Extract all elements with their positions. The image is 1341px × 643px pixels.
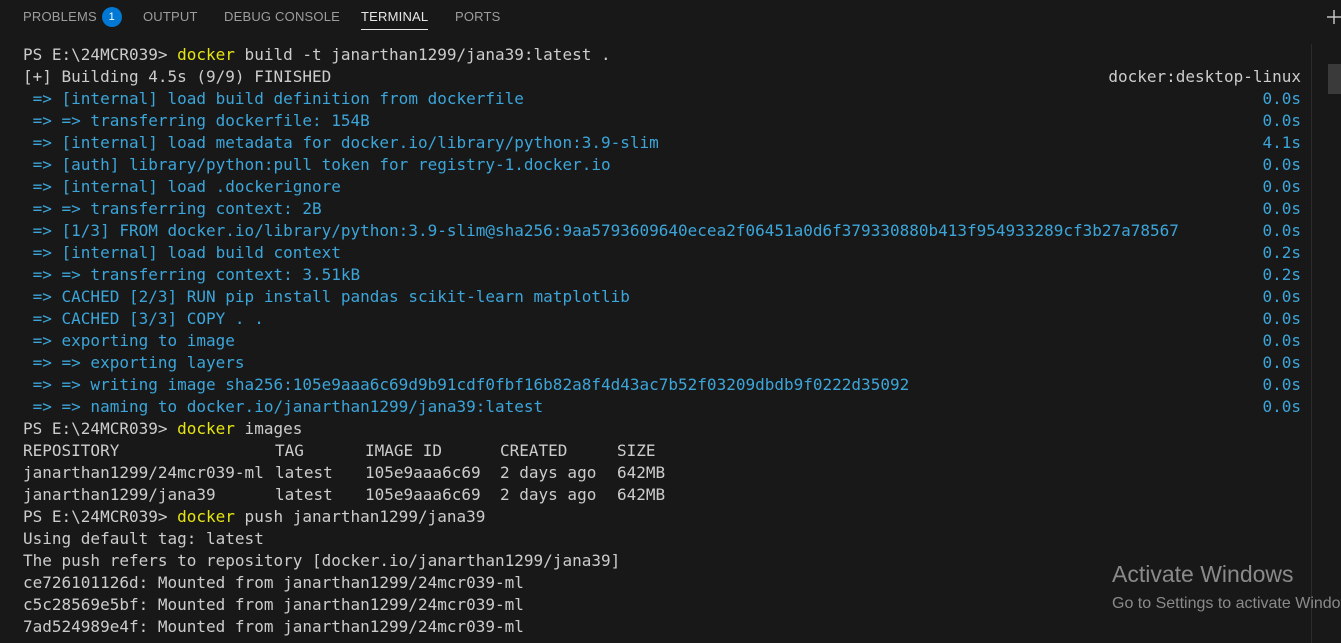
terminal-line-build-command: PS E:\24MCR039> docker build -t janartha… bbox=[23, 44, 611, 66]
build-context: docker:desktop-linux bbox=[1108, 67, 1301, 86]
image-row-repository: janarthan1299/24mcr039-ml bbox=[23, 463, 264, 482]
terminal-output[interactable]: PS E:\24MCR039> docker build -t janartha… bbox=[0, 44, 1341, 643]
build-step: => exporting to image bbox=[23, 331, 235, 350]
tab-terminal[interactable]: TERMINAL bbox=[361, 0, 429, 34]
build-step-time: 0.0s bbox=[1262, 221, 1301, 240]
image-row-id: 105e9aaa6c69 bbox=[365, 485, 481, 504]
panel-tab-bar: PROBLEMS 1 OUTPUT DEBUG CONSOLE TERMINAL … bbox=[0, 0, 1341, 34]
images-header-repository: REPOSITORY bbox=[23, 441, 120, 460]
tab-terminal-label: TERMINAL bbox=[361, 9, 429, 24]
command-args: build -t janarthan1299/jana39:latest . bbox=[234, 45, 611, 64]
push-output-line: Using default tag: latest bbox=[23, 529, 264, 548]
command-args: images bbox=[234, 419, 303, 438]
build-step-time: 0.0s bbox=[1262, 287, 1301, 306]
build-step: => [auth] library/python:pull token for … bbox=[23, 155, 611, 174]
images-header-created: CREATED bbox=[500, 441, 568, 460]
build-step-time: 0.0s bbox=[1262, 397, 1301, 416]
image-row-size: 642MB bbox=[617, 463, 666, 482]
build-step-time: 0.0s bbox=[1262, 111, 1301, 130]
activate-windows-subtitle: Go to Settings to activate Windows. bbox=[1112, 595, 1341, 612]
plus-icon[interactable] bbox=[1327, 7, 1341, 27]
build-step-time: 0.0s bbox=[1262, 375, 1301, 394]
image-row-created: 2 days ago bbox=[500, 485, 597, 504]
image-row-created: 2 days ago bbox=[500, 463, 597, 482]
tab-debug-console[interactable]: DEBUG CONSOLE bbox=[224, 0, 340, 34]
build-step: => CACHED [3/3] COPY . . bbox=[23, 309, 264, 328]
build-step: => [internal] load build definition from… bbox=[23, 89, 524, 108]
image-row-tag: latest bbox=[275, 485, 333, 504]
build-step-time: 0.2s bbox=[1262, 265, 1301, 284]
problems-count-badge: 1 bbox=[101, 7, 122, 27]
build-status: [+] Building 4.5s (9/9) FINISHED bbox=[23, 67, 332, 86]
images-header-size: SIZE bbox=[617, 441, 656, 460]
tab-problems[interactable]: PROBLEMS 1 bbox=[23, 0, 122, 34]
build-step: => [internal] load build context bbox=[23, 243, 341, 262]
build-step: => [internal] load .dockerignore bbox=[23, 177, 341, 196]
prompt: PS E:\24MCR039> bbox=[23, 45, 178, 64]
build-step: => => transferring context: 3.51kB bbox=[23, 265, 361, 284]
build-step: => [internal] load metadata for docker.i… bbox=[23, 133, 659, 152]
build-step-time: 0.0s bbox=[1262, 309, 1301, 328]
images-header-tag: TAG bbox=[275, 441, 304, 460]
prompt: PS E:\24MCR039> bbox=[23, 507, 178, 526]
build-step-time: 0.0s bbox=[1262, 177, 1301, 196]
image-row-tag: latest bbox=[275, 463, 333, 482]
terminal-line-push-command: PS E:\24MCR039> docker push janarthan129… bbox=[23, 506, 485, 528]
activate-windows-title: Activate Windows bbox=[1112, 561, 1294, 587]
terminal-line-images-command: PS E:\24MCR039> docker images bbox=[23, 418, 302, 440]
build-step: => CACHED [2/3] RUN pip install pandas s… bbox=[23, 287, 630, 306]
command-name: docker bbox=[177, 507, 235, 526]
build-step: => => writing image sha256:105e9aaa6c69d… bbox=[23, 375, 910, 394]
build-step-time: 0.0s bbox=[1262, 199, 1301, 218]
build-step: => => transferring dockerfile: 154B bbox=[23, 111, 370, 130]
build-step-time: 0.0s bbox=[1262, 155, 1301, 174]
tab-ports-label: PORTS bbox=[455, 9, 501, 24]
scrollbar-thumb[interactable] bbox=[1328, 64, 1341, 94]
image-row-repository: janarthan1299/jana39 bbox=[23, 485, 216, 504]
command-name: docker bbox=[177, 45, 235, 64]
command-args: push janarthan1299/jana39 bbox=[234, 507, 486, 526]
build-step-time: 0.0s bbox=[1262, 353, 1301, 372]
push-output-line: ce726101126d: Mounted from janarthan1299… bbox=[23, 573, 524, 592]
push-output-line: The push refers to repository [docker.io… bbox=[23, 551, 621, 570]
build-step: => => transferring context: 2B bbox=[23, 199, 322, 218]
image-row-id: 105e9aaa6c69 bbox=[365, 463, 481, 482]
tab-debug-console-label: DEBUG CONSOLE bbox=[224, 9, 341, 24]
tab-output-label: OUTPUT bbox=[143, 9, 198, 24]
image-row-size: 642MB bbox=[617, 485, 666, 504]
push-output-line: 7ad524989e4f: Mounted from janarthan1299… bbox=[23, 617, 524, 636]
tab-output[interactable]: OUTPUT bbox=[143, 0, 198, 34]
build-step-time: 4.1s bbox=[1262, 133, 1301, 152]
tab-problems-label: PROBLEMS bbox=[23, 9, 97, 24]
command-name: docker bbox=[177, 419, 235, 438]
build-step-time: 0.2s bbox=[1262, 243, 1301, 262]
build-step-time: 0.0s bbox=[1262, 331, 1301, 350]
build-step: => [1/3] FROM docker.io/library/python:3… bbox=[23, 221, 1179, 240]
build-step: => => naming to docker.io/janarthan1299/… bbox=[23, 397, 544, 416]
prompt: PS E:\24MCR039> bbox=[23, 419, 178, 438]
build-step: => => exporting layers bbox=[23, 353, 245, 372]
push-output-line: c5c28569e5bf: Mounted from janarthan1299… bbox=[23, 595, 524, 614]
build-step-time: 0.0s bbox=[1262, 89, 1301, 108]
terminal-divider bbox=[1311, 44, 1312, 643]
tab-ports[interactable]: PORTS bbox=[455, 0, 501, 34]
images-header-image-id: IMAGE ID bbox=[365, 441, 443, 460]
